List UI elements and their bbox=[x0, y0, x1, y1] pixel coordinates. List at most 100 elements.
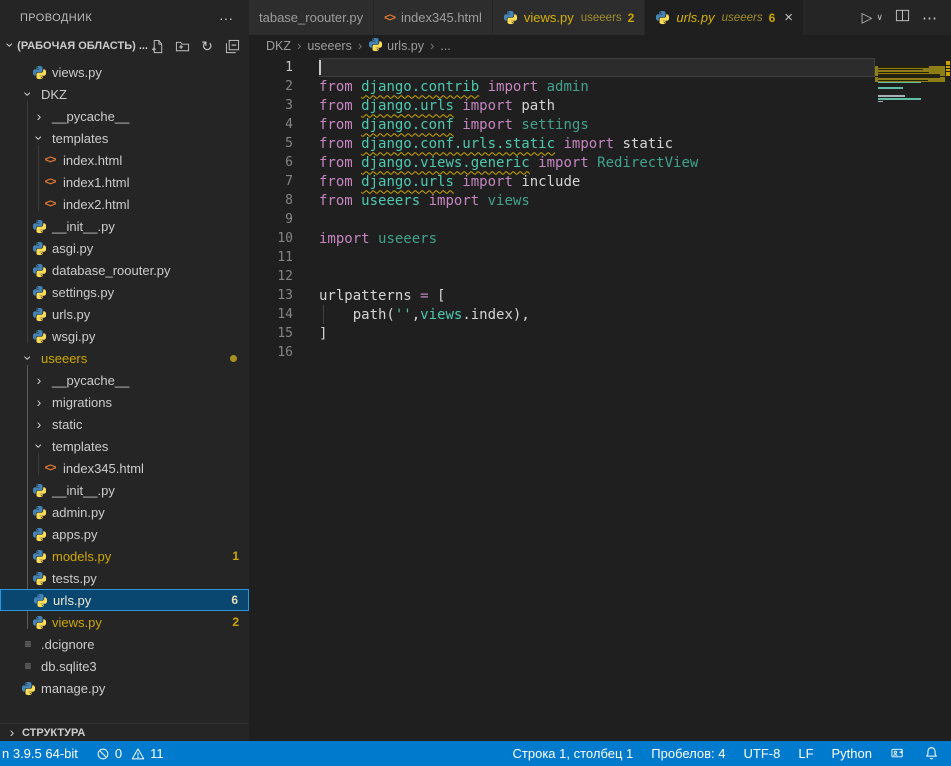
tree-item--init-py[interactable]: __init__.py bbox=[0, 479, 249, 501]
chevron-right-icon: › bbox=[4, 724, 20, 742]
collapse-all-icon[interactable] bbox=[223, 37, 241, 55]
warning-mark bbox=[946, 72, 950, 74]
python-icon bbox=[31, 284, 47, 300]
split-editor-icon[interactable] bbox=[895, 8, 910, 28]
eol-status[interactable]: LF bbox=[789, 741, 822, 766]
cursor-position-status[interactable]: Строка 1, столбец 1 bbox=[504, 741, 643, 766]
code-line-2[interactable]: 2from django.contrib import admin bbox=[249, 77, 951, 96]
new-folder-icon[interactable] bbox=[173, 37, 191, 55]
tree-item--init-py[interactable]: __init__.py bbox=[0, 215, 249, 237]
tree-item-label: views.py bbox=[52, 65, 102, 80]
breadcrumb-item[interactable]: ... bbox=[440, 39, 450, 53]
tree-item-views-py[interactable]: views.py bbox=[0, 61, 249, 83]
language-mode-status[interactable]: Python bbox=[823, 741, 881, 766]
tree-item-tests-py[interactable]: tests.py bbox=[0, 567, 249, 589]
python-interpreter-status[interactable]: n 3.9.5 64-bit bbox=[0, 741, 87, 766]
code-line-7[interactable]: 7from django.urls import include bbox=[249, 172, 951, 191]
tree-item-asgi-py[interactable]: asgi.py bbox=[0, 237, 249, 259]
code-line-11[interactable]: 11 bbox=[249, 248, 951, 267]
tree-item-index345-html[interactable]: <>index345.html bbox=[0, 457, 249, 479]
tree-item-manage-py[interactable]: manage.py bbox=[0, 677, 249, 699]
code-line-6[interactable]: 6from django.views.generic import Redire… bbox=[249, 153, 951, 172]
overview-ruler[interactable] bbox=[945, 56, 951, 741]
run-dropdown-icon[interactable]: ∨ bbox=[876, 12, 883, 23]
tree-item-label: __pycache__ bbox=[52, 373, 129, 388]
error-icon bbox=[96, 747, 110, 761]
tree-item-wsgi-py[interactable]: wsgi.py bbox=[0, 325, 249, 347]
workspace-section-header[interactable]: › (РАБОЧАЯ ОБЛАСТЬ) ... ↻ bbox=[0, 35, 249, 57]
tree-item-label: tests.py bbox=[52, 571, 97, 586]
new-file-icon[interactable] bbox=[148, 37, 166, 55]
outline-section-header[interactable]: › СТРУКТУРА bbox=[0, 723, 249, 741]
python-icon bbox=[32, 592, 48, 608]
bell-icon[interactable] bbox=[915, 741, 951, 766]
feedback-icon[interactable] bbox=[881, 741, 915, 766]
python-icon bbox=[31, 262, 47, 278]
tree-item-db-sqlite3[interactable]: ≡db.sqlite3 bbox=[0, 655, 249, 677]
code-line-13[interactable]: 13urlpatterns = [ bbox=[249, 286, 951, 305]
line-number: 3 bbox=[249, 98, 319, 113]
python-icon bbox=[31, 482, 47, 498]
run-button[interactable]: ▷ bbox=[862, 9, 873, 26]
tree-item-DKZ[interactable]: ›DKZ bbox=[0, 83, 249, 105]
tree-item-templates[interactable]: ›templates bbox=[0, 127, 249, 149]
tree-item-templates[interactable]: ›templates bbox=[0, 435, 249, 457]
code-editor[interactable]: 12from django.contrib import admin3from … bbox=[249, 56, 951, 741]
html-icon: <> bbox=[42, 460, 58, 476]
breadcrumb-item[interactable]: urls.py bbox=[368, 37, 424, 55]
tab-views-py[interactable]: views.pyuseeers2 bbox=[493, 0, 645, 35]
tree-item-index-html[interactable]: <>index.html bbox=[0, 149, 249, 171]
tree-item-database-roouter-py[interactable]: database_roouter.py bbox=[0, 259, 249, 281]
explorer-sidebar: ПРОВОДНИК ··· › (РАБОЧАЯ ОБЛАСТЬ) ... ↻ … bbox=[0, 0, 249, 741]
code-line-3[interactable]: 3from django.urls import path bbox=[249, 96, 951, 115]
tree-item-migrations[interactable]: ›migrations bbox=[0, 391, 249, 413]
tree-item-index2-html[interactable]: <>index2.html bbox=[0, 193, 249, 215]
code-line-4[interactable]: 4from django.conf import settings bbox=[249, 115, 951, 134]
tree-item-admin-py[interactable]: admin.py bbox=[0, 501, 249, 523]
encoding-status[interactable]: UTF-8 bbox=[735, 741, 790, 766]
tree-item-views-py[interactable]: views.py2 bbox=[0, 611, 249, 633]
tree-item-static[interactable]: ›static bbox=[0, 413, 249, 435]
tree-item-urls-py[interactable]: urls.py6 bbox=[0, 589, 249, 611]
refresh-icon[interactable]: ↻ bbox=[198, 37, 216, 55]
code-line-8[interactable]: 8from useeers import views bbox=[249, 191, 951, 210]
tree-item--dcignore[interactable]: ≡.dcignore bbox=[0, 633, 249, 655]
breadcrumb-item[interactable]: DKZ bbox=[266, 39, 291, 53]
explorer-title-bar: ПРОВОДНИК ··· bbox=[0, 0, 249, 35]
problems-badge: 2 bbox=[232, 615, 239, 629]
code-line-10[interactable]: 10import useeers bbox=[249, 229, 951, 248]
tab-index345-html[interactable]: <>index345.html bbox=[374, 0, 493, 35]
code-line-16[interactable]: 16 bbox=[249, 343, 951, 362]
tab-tabase-roouter-py[interactable]: tabase_roouter.py bbox=[249, 0, 374, 35]
warning-mark bbox=[946, 61, 950, 63]
tree-item--pycache-[interactable]: ›__pycache__ bbox=[0, 105, 249, 127]
breadcrumb-item[interactable]: useeers bbox=[307, 39, 351, 53]
tree-item-useeers[interactable]: ›useeers bbox=[0, 347, 249, 369]
indentation-status[interactable]: Пробелов: 4 bbox=[642, 741, 734, 766]
line-number: 10 bbox=[249, 231, 319, 246]
code-line-14[interactable]: 14 path('',views.index), bbox=[249, 305, 951, 324]
code-line-1[interactable]: 1 bbox=[249, 58, 951, 77]
python-icon bbox=[31, 240, 47, 256]
workspace-label: (РАБОЧАЯ ОБЛАСТЬ) ... bbox=[17, 40, 148, 52]
tree-item--pycache-[interactable]: ›__pycache__ bbox=[0, 369, 249, 391]
tree-item-settings-py[interactable]: settings.py bbox=[0, 281, 249, 303]
code-line-9[interactable]: 9 bbox=[249, 210, 951, 229]
tree-item-label: index1.html bbox=[63, 175, 129, 190]
problems-status[interactable]: 0 11 bbox=[87, 741, 173, 766]
line-number: 4 bbox=[249, 117, 319, 132]
minimap[interactable] bbox=[875, 60, 945, 180]
tree-item-index1-html[interactable]: <>index1.html bbox=[0, 171, 249, 193]
explorer-more-actions-icon[interactable]: ··· bbox=[219, 10, 233, 26]
tree-item-models-py[interactable]: models.py1 bbox=[0, 545, 249, 567]
warning-mark bbox=[946, 66, 950, 68]
tree-item-urls-py[interactable]: urls.py bbox=[0, 303, 249, 325]
code-line-15[interactable]: 15] bbox=[249, 324, 951, 343]
more-actions-icon[interactable]: ⋯ bbox=[922, 9, 937, 27]
tab-urls-py[interactable]: urls.pyuseeers6× bbox=[645, 0, 804, 35]
close-icon[interactable]: × bbox=[784, 10, 793, 25]
code-line-12[interactable]: 12 bbox=[249, 267, 951, 286]
line-number: 9 bbox=[249, 212, 319, 227]
code-line-5[interactable]: 5from django.conf.urls.static import sta… bbox=[249, 134, 951, 153]
tree-item-apps-py[interactable]: apps.py bbox=[0, 523, 249, 545]
